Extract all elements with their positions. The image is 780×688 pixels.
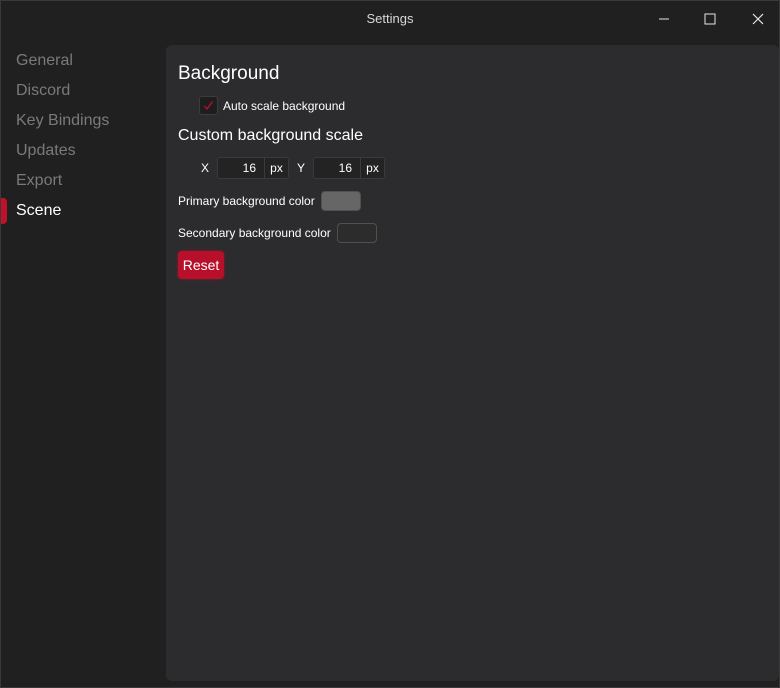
minimize-icon	[659, 18, 669, 20]
secondary-color-label: Secondary background color	[178, 226, 331, 240]
secondary-color-swatch[interactable]	[336, 223, 377, 243]
sidebar-item-export[interactable]: Export	[1, 166, 165, 196]
x-label: X	[201, 161, 210, 175]
auto-scale-checkbox[interactable]	[199, 96, 218, 115]
sidebar: General Discord Key Bindings Updates Exp…	[1, 37, 165, 687]
minimize-button[interactable]	[641, 1, 687, 37]
auto-scale-label: Auto scale background	[223, 98, 346, 113]
primary-color-row: Primary background color	[178, 191, 361, 211]
maximize-button[interactable]	[687, 1, 733, 37]
sidebar-item-updates[interactable]: Updates	[1, 136, 165, 166]
close-button[interactable]	[735, 1, 780, 37]
sidebar-item-general[interactable]: General	[1, 46, 165, 76]
sidebar-nav: General Discord Key Bindings Updates Exp…	[1, 37, 165, 226]
scale-row: X 16 px Y 16 px	[201, 157, 393, 179]
settings-panel: Background Auto scale background Custom …	[166, 45, 779, 681]
reset-button[interactable]: Reset	[178, 251, 224, 279]
sidebar-item-scene[interactable]: Scene	[1, 196, 165, 226]
section-title: Background	[178, 63, 280, 84]
primary-color-swatch[interactable]	[320, 191, 361, 211]
checkmark-icon	[204, 101, 214, 111]
scale-x-input[interactable]: 16	[217, 157, 265, 179]
y-label: Y	[297, 161, 306, 175]
primary-color-label: Primary background color	[178, 194, 315, 208]
settings-window: Settings General Discord Key Bindings Up…	[0, 0, 780, 688]
maximize-icon	[704, 13, 716, 25]
sidebar-item-key-bindings[interactable]: Key Bindings	[1, 106, 165, 136]
custom-scale-title: Custom background scale	[178, 127, 363, 144]
auto-scale-row: Auto scale background	[199, 96, 345, 115]
close-icon	[752, 13, 764, 25]
scale-y-unit: px	[361, 157, 385, 179]
secondary-color-row: Secondary background color	[178, 223, 377, 243]
scale-y-input[interactable]: 16	[313, 157, 361, 179]
title-bar[interactable]: Settings	[1, 1, 779, 37]
sidebar-item-discord[interactable]: Discord	[1, 76, 165, 106]
scale-x-unit: px	[265, 157, 289, 179]
